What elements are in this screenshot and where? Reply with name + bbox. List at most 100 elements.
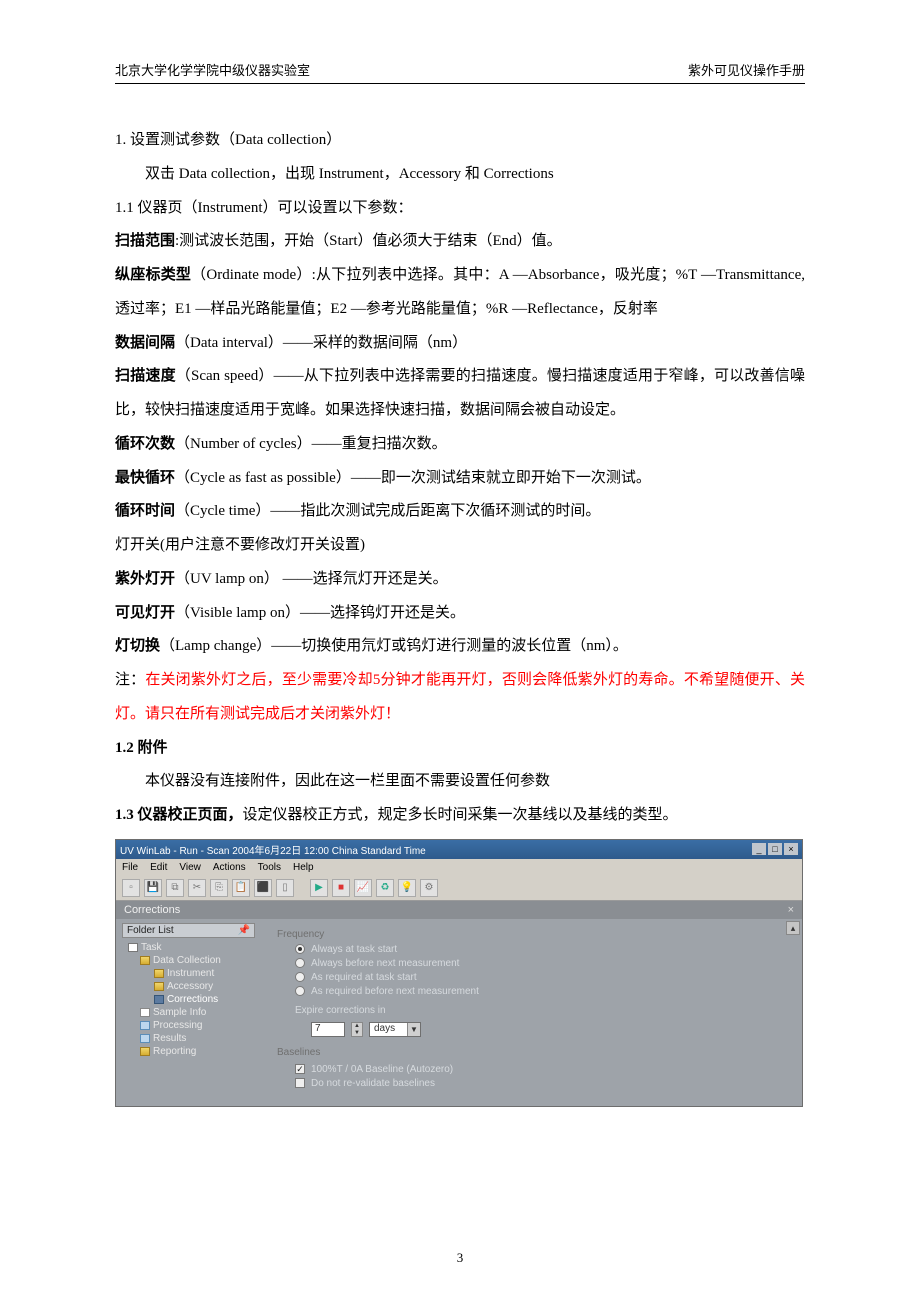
para-cycle-time: 循环时间（Cycle time）——指此次测试完成后距离下次循环测试的时间。 (115, 495, 805, 529)
section-1-2-text: 本仪器没有连接附件，因此在这一栏里面不需要设置任何参数 (115, 765, 805, 799)
label-scan-range: 扫描范围 (115, 233, 175, 249)
para-ordinate: 纵座标类型（Ordinate mode）:从下拉列表中选择。其中：A —Abso… (115, 259, 805, 327)
expire-spinner[interactable]: ▲▼ (351, 1022, 363, 1037)
toolbar-paste-icon[interactable]: 📋 (232, 879, 250, 897)
expire-unit-select[interactable]: days▼ (369, 1022, 421, 1037)
para-vis-lamp: 可见灯开（Visible lamp on）——选择钨灯开还是关。 (115, 597, 805, 631)
label-fast-cycle: 最快循环 (115, 470, 175, 486)
folder-icon (140, 1047, 150, 1056)
menu-help[interactable]: Help (293, 862, 314, 873)
tree-data-collection[interactable]: Data Collection (122, 954, 255, 967)
label-ordinate: 纵座标类型 (115, 267, 191, 283)
label-cycle-time: 循环时间 (115, 503, 175, 519)
expire-label: Expire corrections in (295, 1005, 792, 1016)
tree-task[interactable]: Task (122, 941, 255, 954)
toolbar-misc-icon[interactable]: ⧉ (166, 879, 184, 897)
tree-results[interactable]: Results (122, 1032, 255, 1045)
radio-icon (295, 958, 305, 968)
radio-icon (295, 972, 305, 982)
page-icon (140, 1008, 150, 1017)
window-title: UV WinLab - Run - Scan 2004年6月22日 12:00 … (120, 842, 426, 857)
corrections-panel: ▴ Frequency Always at task start Always … (261, 919, 802, 1106)
opt-always-before-measure[interactable]: Always before next measurement (295, 958, 792, 969)
toolbar-cut-icon[interactable]: ✂ (188, 879, 206, 897)
para-lamp-change: 灯切换（Lamp change）——切换使用氘灯或钨灯进行测量的波长位置（nm）… (115, 630, 805, 664)
folder-icon (154, 982, 164, 991)
section-1-intro: 双击 Data collection，出现 Instrument，Accesso… (115, 158, 805, 192)
label-cycles: 循环次数 (115, 436, 175, 452)
toolbar-chart-icon[interactable]: 📈 (354, 879, 372, 897)
text-fast-cycle: （Cycle as fast as possible）——即一次测试结束就立即开… (175, 470, 651, 486)
para-cycles: 循环次数（Number of cycles）——重复扫描次数。 (115, 428, 805, 462)
dropdown-arrow-icon: ▼ (407, 1023, 420, 1036)
header-left: 北京大学化学学院中级仪器实验室 (115, 60, 310, 79)
label-uv-lamp: 紫外灯开 (115, 571, 175, 587)
section-1-title: 1. 设置测试参数（Data collection） (115, 124, 805, 158)
toolbar-settings-icon[interactable]: ⚙ (420, 879, 438, 897)
group-baselines-title: Baselines (277, 1047, 792, 1058)
menubar: File Edit View Actions Tools Help (116, 859, 802, 876)
window-minimize-button[interactable]: _ (752, 843, 766, 855)
text-vis-lamp: （Visible lamp on）——选择钨灯开还是关。 (175, 605, 465, 621)
opt-always-task-start[interactable]: Always at task start (295, 944, 792, 955)
para-interval: 数据间隔（Data interval）——采样的数据间隔（nm） (115, 327, 805, 361)
window-titlebar: UV WinLab - Run - Scan 2004年6月22日 12:00 … (116, 840, 802, 859)
folder-selected-icon (154, 995, 164, 1004)
para-uv-lamp: 紫外灯开（UV lamp on） ——选择氘灯开还是关。 (115, 563, 805, 597)
toolbar-save-icon[interactable]: 💾 (144, 879, 162, 897)
menu-edit[interactable]: Edit (150, 862, 167, 873)
section-1-3-rest: 设定仪器校正方式，规定多长时间采集一次基线以及基线的类型。 (243, 807, 678, 823)
toolbar-refresh-icon[interactable]: ♻ (376, 879, 394, 897)
para-speed: 扫描速度（Scan speed）——从下拉列表中选择需要的扫描速度。慢扫描速度适… (115, 360, 805, 428)
para-lamp-switch-title: 灯开关(用户注意不要修改灯开关设置) (115, 529, 805, 563)
tree-processing[interactable]: Processing (122, 1019, 255, 1032)
expire-value-input[interactable]: 7 (311, 1022, 345, 1037)
tree-sample-info[interactable]: Sample Info (122, 1006, 255, 1019)
text-lamp-change: （Lamp change）——切换使用氘灯或钨灯进行测量的波长位置（nm）。 (160, 638, 628, 654)
toolbar-lamp-icon[interactable]: 💡 (398, 879, 416, 897)
toolbar-stop-icon[interactable]: ⬛ (254, 879, 272, 897)
radio-icon (295, 986, 305, 996)
toolbar-copy-icon[interactable]: ⎘ (210, 879, 228, 897)
toolbar-record-icon[interactable]: ■ (332, 879, 350, 897)
page-number: 3 (0, 1250, 920, 1266)
note-text: 在关闭紫外灯之后，至少需要冷却5分钟才能再开灯，否则会降低紫外灯的寿命。不希望随… (115, 672, 805, 722)
scroll-up-icon[interactable]: ▴ (786, 921, 800, 935)
text-ordinate: （Ordinate mode）:从下拉列表中选择。其中：A —Absorbanc… (115, 267, 805, 317)
toolbar: ▫ 💾 ⧉ ✂ ⎘ 📋 ⬛ ▯ ▶ ■ 📈 ♻ 💡 ⚙ (116, 876, 802, 901)
tree-accessory[interactable]: Accessory (122, 980, 255, 993)
opt-required-before-measure[interactable]: As required before next measurement (295, 986, 792, 997)
toolbar-new-icon[interactable]: ▫ (122, 879, 140, 897)
menu-actions[interactable]: Actions (213, 862, 246, 873)
folder-icon (154, 969, 164, 978)
panel-close-icon[interactable]: × (788, 904, 794, 916)
embedded-screenshot: UV WinLab - Run - Scan 2004年6月22日 12:00 … (115, 839, 803, 1107)
para-fast-cycle: 最快循环（Cycle as fast as possible）——即一次测试结束… (115, 462, 805, 496)
tree-reporting[interactable]: Reporting (122, 1045, 255, 1058)
panel-header: Corrections × (116, 901, 802, 919)
tree-corrections[interactable]: Corrections (122, 993, 255, 1006)
menu-tools[interactable]: Tools (258, 862, 281, 873)
section-1-2-title: 1.2 附件 (115, 732, 805, 766)
toolbar-play-icon[interactable]: ▶ (310, 879, 328, 897)
checkbox-icon (295, 1078, 305, 1088)
label-interval: 数据间隔 (115, 335, 175, 351)
text-uv-lamp: （UV lamp on） ——选择氘灯开还是关。 (175, 571, 448, 587)
section-1-1-title: 1.1 仪器页（Instrument）可以设置以下参数： (115, 192, 805, 226)
window-maximize-button[interactable]: □ (768, 843, 782, 855)
menu-view[interactable]: View (179, 862, 201, 873)
menu-file[interactable]: File (122, 862, 138, 873)
text-cycle-time: （Cycle time）——指此次测试完成后距离下次循环测试的时间。 (175, 503, 600, 519)
text-speed: （Scan speed）——从下拉列表中选择需要的扫描速度。慢扫描速度适用于窄峰… (115, 368, 805, 418)
opt-required-task-start[interactable]: As required at task start (295, 972, 792, 983)
pin-icon[interactable]: 📌 (238, 925, 250, 936)
gear-icon (140, 1021, 150, 1030)
results-icon (140, 1034, 150, 1043)
folder-list-sidebar: Folder List 📌 Task Data Collection Instr… (116, 919, 261, 1106)
tree-instrument[interactable]: Instrument (122, 967, 255, 980)
section-1-3-title: 1.3 仪器校正页面，设定仪器校正方式，规定多长时间采集一次基线以及基线的类型。 (115, 799, 805, 833)
chk-no-revalidate[interactable]: Do not re-validate baselines (295, 1078, 792, 1089)
window-close-button[interactable]: × (784, 843, 798, 855)
chk-baseline-autozero[interactable]: ✓100%T / 0A Baseline (Autozero) (295, 1064, 792, 1075)
toolbar-page-icon[interactable]: ▯ (276, 879, 294, 897)
